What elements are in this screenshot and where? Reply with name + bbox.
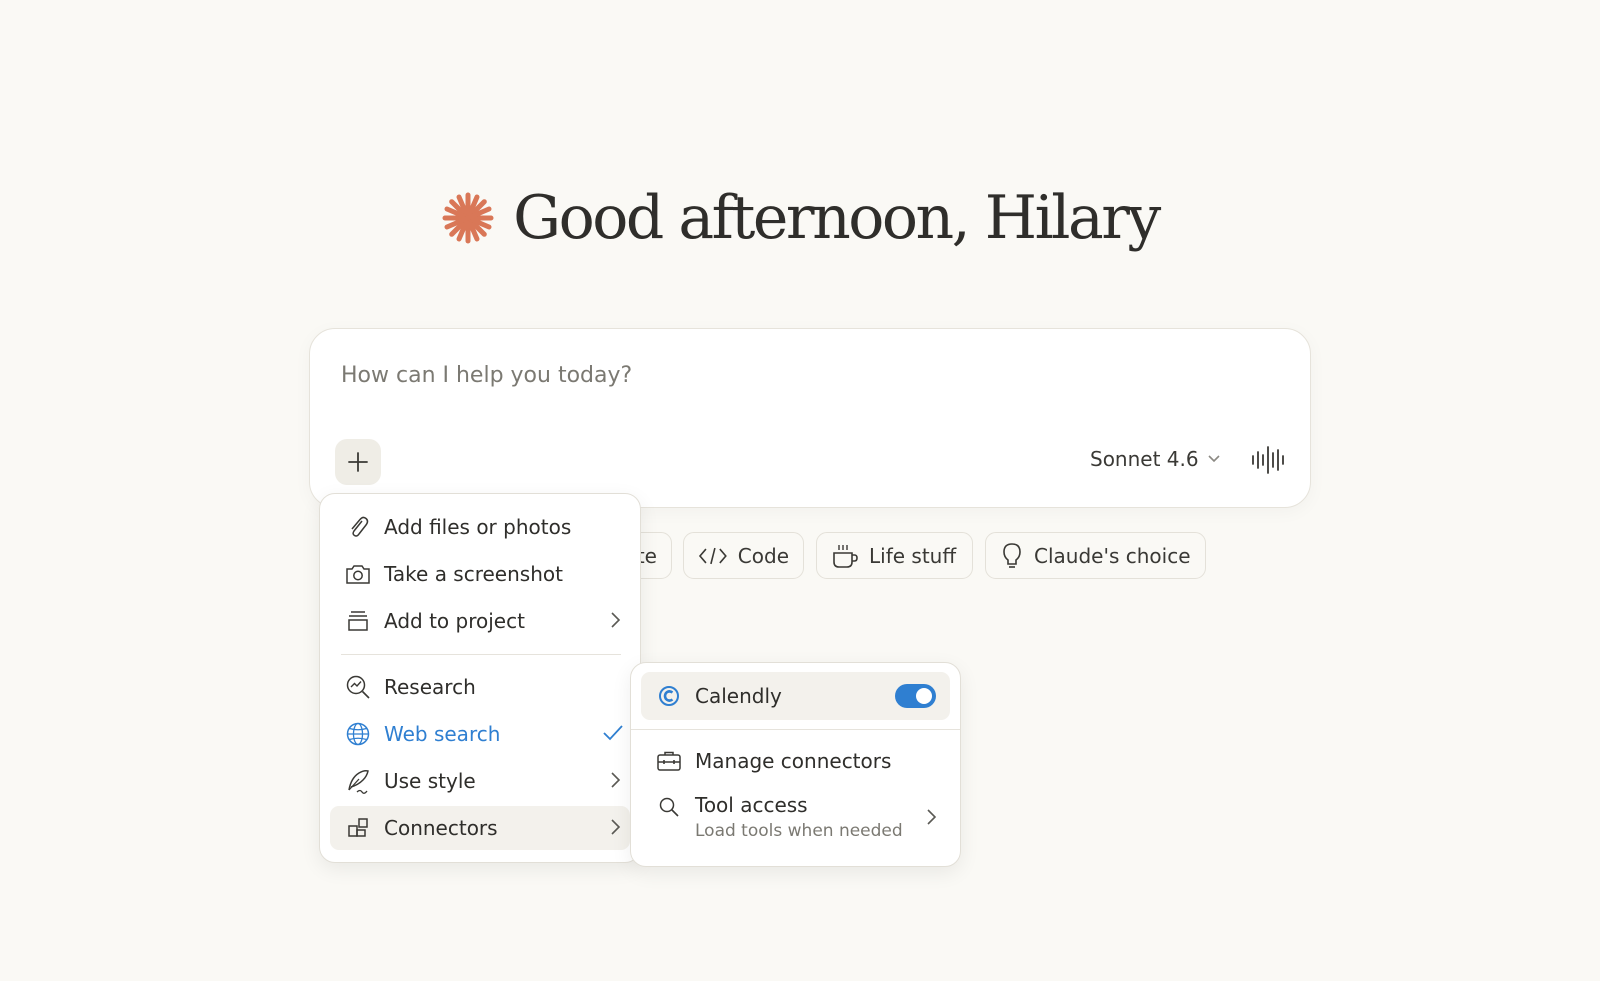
menu-item-label: Connectors	[384, 816, 498, 840]
tool-access-label: Tool access	[695, 793, 808, 817]
menu-item-connectors[interactable]: Connectors	[330, 806, 630, 850]
search-icon	[655, 793, 683, 821]
menu-item-add-files[interactable]: Add files or photos	[330, 505, 630, 549]
chevron-right-icon	[611, 819, 621, 835]
chip-label: Claude's choice	[1034, 543, 1191, 568]
chip-label: Life stuff	[869, 543, 957, 568]
calendly-toggle[interactable]	[895, 684, 936, 708]
menu-item-label: Add files or photos	[384, 515, 572, 539]
chat-composer: How can I help you today? Sonnet 4.6	[309, 328, 1311, 508]
chip-label: Code	[737, 543, 789, 568]
menu-item-screenshot[interactable]: Take a screenshot	[330, 552, 630, 596]
greeting: Good afternoon, Hilary	[0, 188, 1600, 248]
menu-item-label: Web search	[384, 722, 501, 746]
menu-item-label: Research	[384, 675, 476, 699]
plus-icon	[348, 452, 368, 472]
toolbox-icon	[655, 747, 683, 775]
research-icon	[344, 673, 372, 701]
connector-label: Calendly	[695, 684, 782, 708]
connectors-submenu: Calendly Manage connectors Tool access L…	[630, 662, 961, 867]
quill-icon	[344, 767, 372, 795]
model-label: Sonnet 4.6	[1090, 447, 1199, 471]
chevron-right-icon	[611, 612, 621, 628]
camera-icon	[344, 560, 372, 588]
chip-code[interactable]: Code	[683, 532, 804, 579]
tools-menu: Add files or photos Take a screenshot Ad…	[319, 493, 641, 863]
model-selector[interactable]: Sonnet 4.6	[1090, 447, 1221, 471]
chevron-right-icon	[611, 772, 621, 788]
connector-calendly[interactable]: Calendly	[641, 672, 950, 720]
manage-connectors[interactable]: Manage connectors	[641, 739, 950, 783]
menu-item-label: Add to project	[384, 609, 525, 633]
coffee-cup-icon	[833, 544, 858, 568]
claude-spark-icon	[442, 192, 494, 244]
code-icon	[698, 547, 727, 564]
greeting-title: Good afternoon, Hilary	[513, 183, 1161, 253]
add-button[interactable]	[335, 439, 381, 485]
tool-access[interactable]: Tool access Load tools when needed	[641, 785, 950, 849]
submenu-divider	[631, 729, 960, 730]
message-input[interactable]: How can I help you today?	[341, 363, 632, 388]
paperclip-icon	[344, 513, 372, 541]
globe-icon	[344, 720, 372, 748]
menu-item-research[interactable]: Research	[330, 665, 630, 709]
connectors-icon	[344, 814, 372, 842]
calendly-logo-icon	[655, 682, 683, 710]
lightbulb-icon	[1003, 542, 1021, 568]
tool-access-subtitle: Load tools when needed	[695, 821, 903, 841]
check-icon	[603, 725, 623, 741]
menu-item-add-to-project[interactable]: Add to project	[330, 599, 630, 643]
chip-claudes-choice[interactable]: Claude's choice	[985, 532, 1206, 579]
chip-life-stuff[interactable]: Life stuff	[816, 532, 973, 579]
menu-item-use-style[interactable]: Use style	[330, 759, 630, 803]
menu-item-label: Take a screenshot	[384, 562, 563, 586]
menu-item-label: Use style	[384, 769, 476, 793]
menu-item-web-search[interactable]: Web search	[330, 712, 630, 756]
chevron-down-icon	[1208, 455, 1220, 463]
voice-mode-icon[interactable]	[1251, 445, 1285, 475]
chevron-right-icon	[927, 809, 937, 825]
project-icon	[344, 607, 372, 635]
menu-divider	[341, 654, 621, 655]
tool-access-text: Tool access Load tools when needed	[695, 793, 903, 841]
manage-connectors-label: Manage connectors	[695, 749, 892, 773]
